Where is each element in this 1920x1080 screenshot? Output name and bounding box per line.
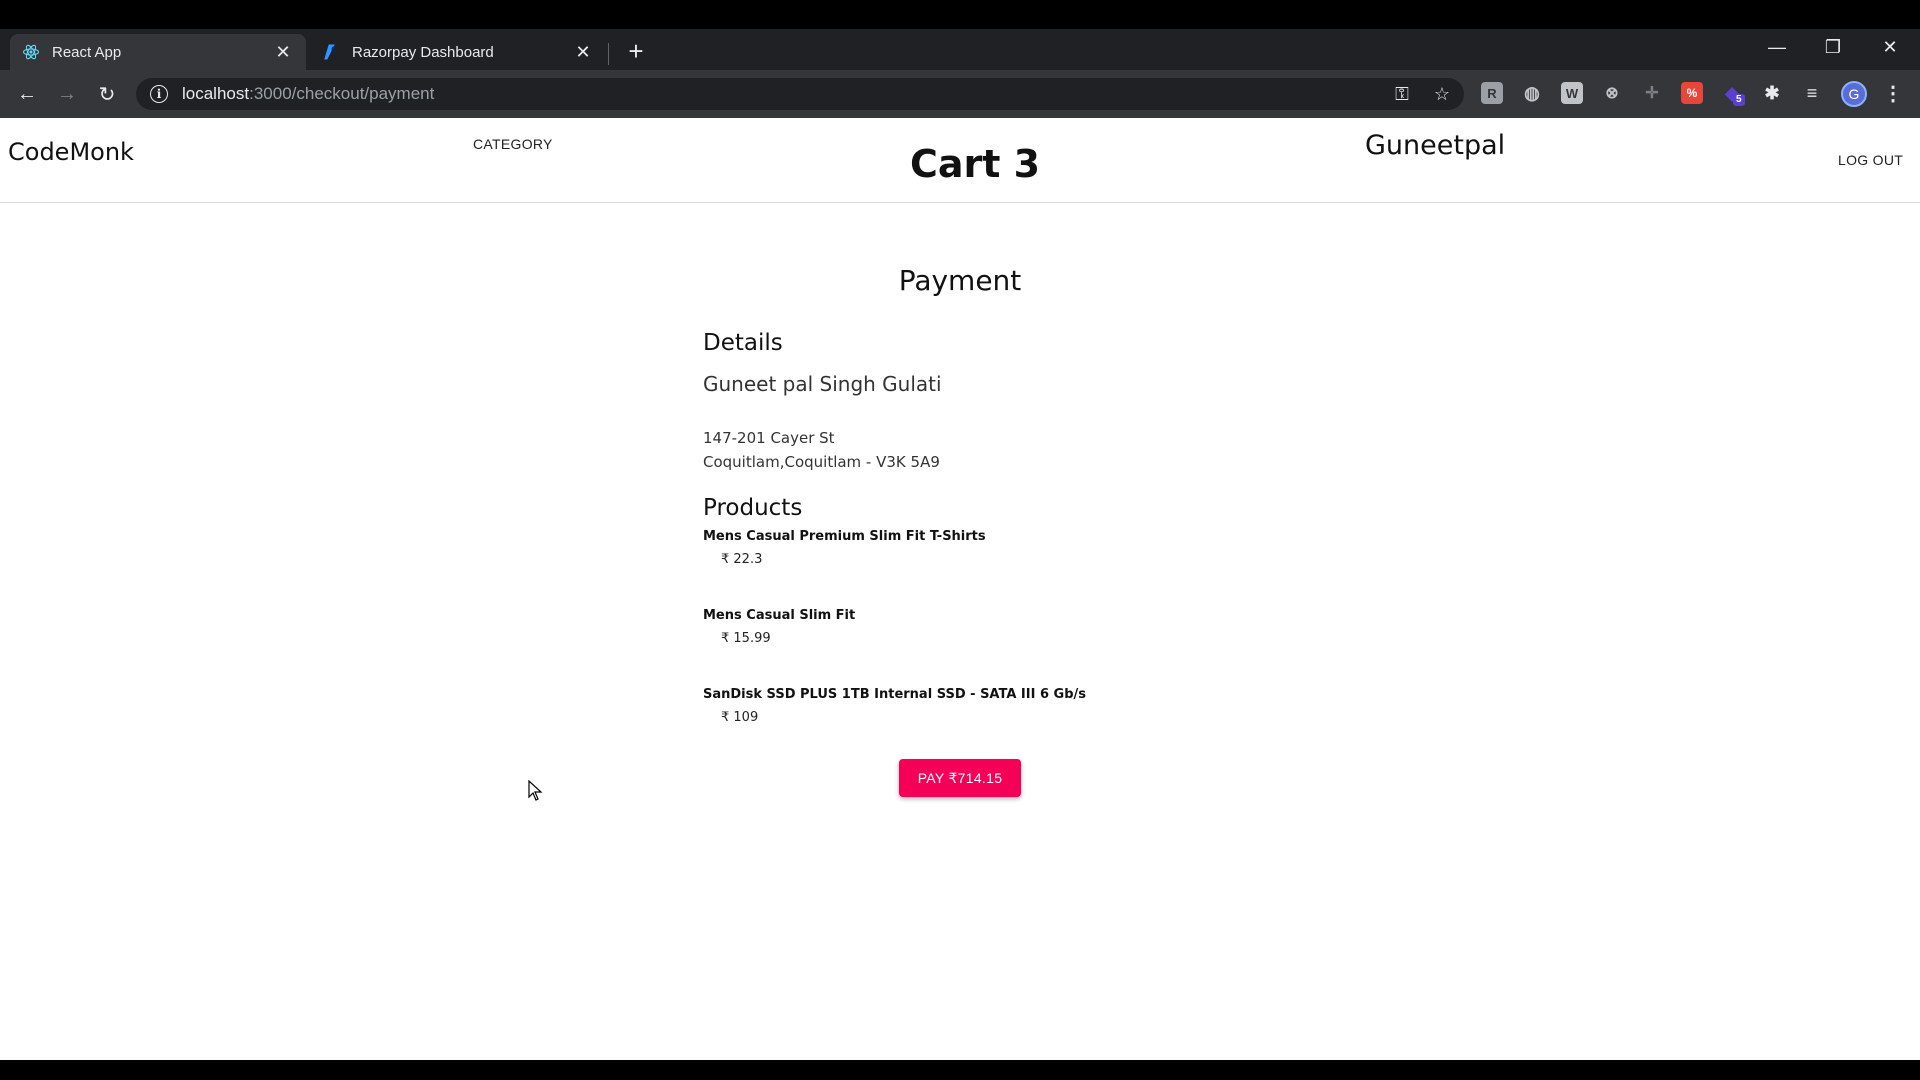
product-name: SanDisk SSD PLUS 1TB Internal SSD - SATA…: [703, 687, 1086, 702]
tab-react-app[interactable]: React App ✕: [10, 34, 306, 70]
profile-avatar[interactable]: G: [1841, 81, 1867, 107]
tab-razorpay-dashboard[interactable]: Razorpay Dashboard ✕: [310, 34, 606, 70]
browser-toolbar: ← → ↻ i localhost:3000/checkout/payment …: [0, 70, 1920, 118]
new-tab-button[interactable]: +: [622, 38, 650, 66]
category-link[interactable]: CATEGORY: [473, 136, 553, 152]
extension-r-icon[interactable]: R: [1481, 82, 1503, 104]
product-price: ₹ 15.99: [721, 631, 771, 646]
tab-strip: React App ✕ Razorpay Dashboard ✕: [0, 29, 1920, 70]
react-icon: [22, 43, 40, 61]
minimize-icon[interactable]: —: [1749, 29, 1805, 65]
brand-logo[interactable]: CodeMonk: [8, 138, 134, 166]
razorpay-icon: [322, 43, 340, 61]
tab-divider: [608, 43, 609, 65]
product-price: ₹ 109: [721, 710, 759, 725]
address-line-1: 147-201 Cayer St: [703, 429, 835, 447]
app-header: CodeMonk CATEGORY Cart 3 Guneetpal LOG O…: [0, 118, 1920, 203]
media-control-icon[interactable]: ≡: [1801, 82, 1823, 104]
forward-arrow-icon[interactable]: →: [53, 80, 81, 108]
product-name: Mens Casual Premium Slim Fit T-Shirts: [703, 529, 986, 544]
mouse-cursor-icon: [528, 780, 543, 801]
letterbox-top: [0, 0, 1920, 29]
puzzle-icon[interactable]: ✱: [1761, 82, 1783, 104]
extension-badge: 5: [1733, 94, 1745, 106]
restore-icon[interactable]: ❐: [1805, 29, 1861, 65]
details-heading: Details: [703, 330, 783, 356]
tab-title: React App: [52, 43, 122, 61]
star-icon[interactable]: ☆: [1430, 82, 1454, 106]
pay-button[interactable]: PAY ₹714.15: [899, 759, 1021, 797]
product-name: Mens Casual Slim Fit: [703, 608, 856, 623]
logout-button[interactable]: LOG OUT: [1838, 152, 1903, 168]
reload-icon[interactable]: ↻: [93, 80, 121, 108]
window-close-icon[interactable]: ✕: [1862, 29, 1918, 65]
extension-diamond-icon[interactable]: ◆ 5: [1721, 82, 1745, 106]
extension-w-icon[interactable]: W: [1561, 82, 1583, 104]
extension-cross-icon[interactable]: ✛: [1641, 82, 1663, 104]
url-path: :3000/checkout/payment: [249, 84, 435, 103]
username: Guneetpal: [1365, 130, 1506, 161]
customer-name: Guneet pal Singh Gulati: [703, 372, 942, 396]
kebab-menu-icon[interactable]: ⋮: [1882, 82, 1904, 105]
extension-pattern-icon[interactable]: ⊗: [1601, 82, 1623, 104]
product-price: ₹ 22.3: [721, 552, 763, 567]
page-title: Payment: [898, 264, 1022, 297]
site-info-icon[interactable]: i: [150, 85, 168, 103]
cart-link[interactable]: Cart 3: [910, 142, 1040, 186]
close-icon[interactable]: ✕: [572, 41, 594, 63]
extension-percent-icon[interactable]: %: [1681, 82, 1703, 104]
globe-icon[interactable]: ◍: [1521, 82, 1543, 104]
close-icon[interactable]: ✕: [272, 41, 294, 63]
letterbox-bottom: [0, 1060, 1920, 1080]
back-arrow-icon[interactable]: ←: [13, 80, 41, 108]
address-bar[interactable]: i localhost:3000/checkout/payment: [136, 78, 1464, 110]
url-host: localhost: [182, 84, 250, 103]
products-heading: Products: [703, 495, 803, 521]
page-content: CodeMonk CATEGORY Cart 3 Guneetpal LOG O…: [0, 118, 1920, 1060]
tab-title: Razorpay Dashboard: [352, 43, 494, 61]
address-line-2: Coquitlam,Coquitlam - V3K 5A9: [703, 453, 940, 471]
key-icon[interactable]: ⚿: [1390, 82, 1414, 106]
